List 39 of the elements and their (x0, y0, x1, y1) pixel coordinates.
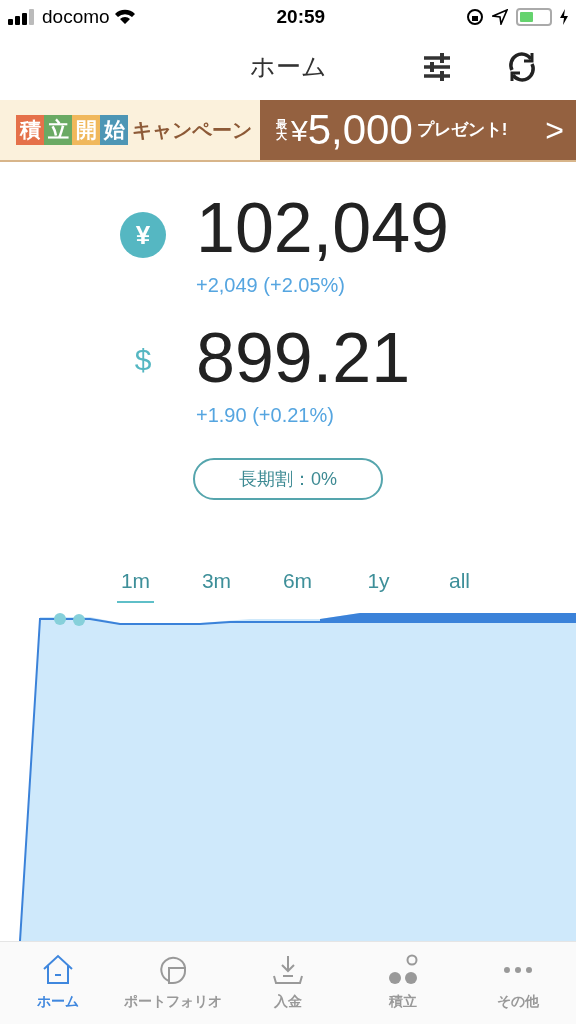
campaign-tile: 開 (72, 115, 100, 145)
clock: 20:59 (276, 4, 326, 29)
range-tab[interactable]: 1y (338, 565, 419, 603)
max-label: 最 (276, 119, 287, 130)
yen-icon: ¥ (120, 212, 166, 258)
balance-change: +1.90 (+0.21%) (196, 403, 335, 428)
present-label: プレゼント! (416, 119, 508, 142)
wifi-icon (113, 9, 136, 25)
rotation-lock-icon (466, 8, 484, 26)
tab-bar-item[interactable]: ホーム (0, 941, 116, 1024)
tab-bar-item[interactable]: 積立 (345, 941, 461, 1024)
campaign-label: キャンペーン (132, 118, 252, 143)
yen-sign: ¥ (291, 112, 308, 147)
balance-amount: 102,049 (196, 188, 450, 269)
campaign-tile: 立 (44, 115, 72, 145)
battery-icon (516, 8, 552, 26)
chart-point (54, 612, 66, 625)
max-label: 大 (276, 130, 287, 141)
range-tab[interactable]: all (419, 565, 500, 603)
campaign-tile: 積 (16, 115, 44, 145)
more-icon (504, 967, 533, 974)
range-tab[interactable]: 6m (257, 565, 338, 603)
chart-point (73, 613, 85, 626)
range-tab[interactable]: 1m (95, 565, 176, 603)
charging-icon (560, 9, 568, 25)
location-icon (492, 9, 508, 25)
page-title: ホーム (249, 51, 327, 83)
balance-amount: 899.21 (196, 318, 411, 399)
balance-change: +2,049 (+2.05%) (196, 273, 346, 298)
bonus-amount: 5,000 (307, 109, 413, 151)
chevron-icon: > (545, 106, 564, 154)
range-tab[interactable]: 3m (176, 565, 257, 603)
dollar-sign: $ (133, 341, 153, 378)
campaign-tile: 始 (100, 115, 128, 145)
carrier-name: docomo (42, 4, 110, 29)
tab-bar-item[interactable]: その他 (460, 941, 576, 1024)
tab-bar-item[interactable]: ポートフォリオ (115, 941, 231, 1024)
long-term-discount-badge: 長期割：0% (193, 458, 383, 500)
tab-bar-item[interactable]: 入金 (230, 941, 346, 1024)
